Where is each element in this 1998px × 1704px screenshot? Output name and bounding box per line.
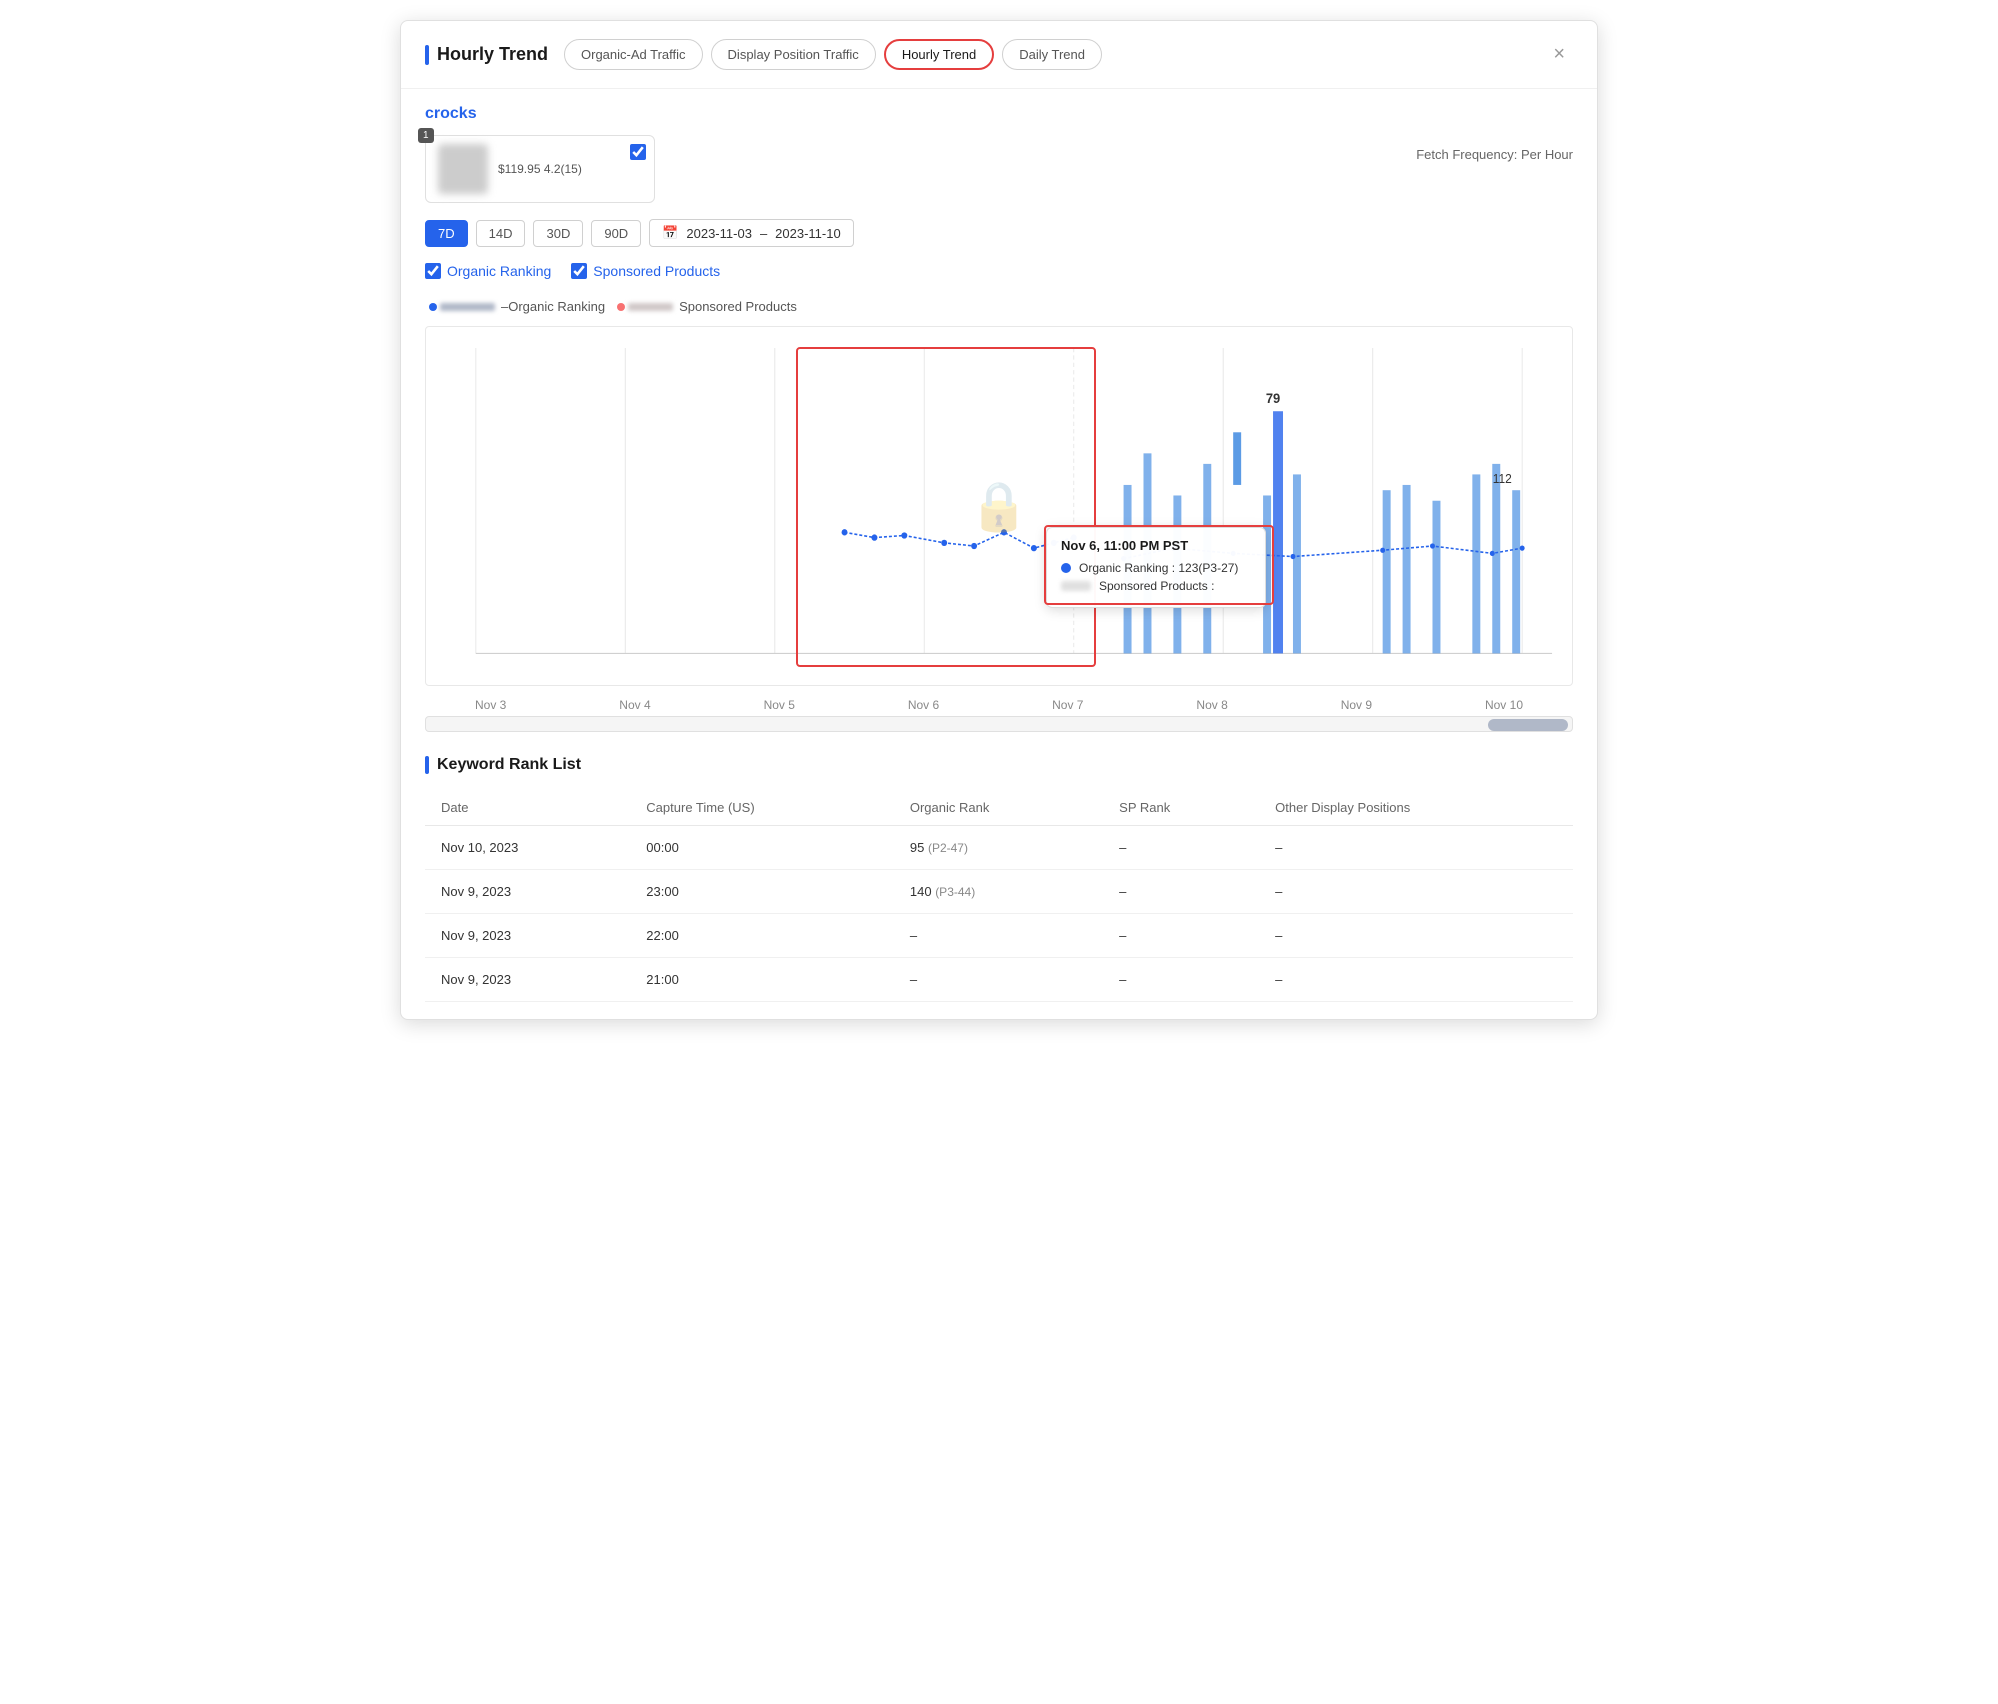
cell-date: Nov 9, 2023 — [425, 958, 630, 1002]
modal-title: Hourly Trend — [425, 44, 548, 65]
product-image — [438, 144, 488, 194]
svg-text:79: 79 — [1266, 390, 1280, 405]
keyword-section-title-text: Keyword Rank List — [437, 756, 581, 774]
period-90d[interactable]: 90D — [591, 220, 641, 247]
tab-daily-trend[interactable]: Daily Trend — [1002, 39, 1102, 70]
period-30d[interactable]: 30D — [533, 220, 583, 247]
tab-organic-ad[interactable]: Organic-Ad Traffic — [564, 39, 703, 70]
modal-body: crocks 1 $119.95 4.2(15) Fetch Frequency… — [401, 89, 1597, 1018]
keyword-table-head: Date Capture Time (US) Organic Rank SP R… — [425, 790, 1573, 826]
title-bar-accent — [425, 45, 429, 65]
filter-organic-ranking-label: Organic Ranking — [447, 263, 551, 279]
organic-rank-value: 140 — [910, 884, 932, 899]
chart-legend: –Organic Ranking Sponsored Products — [425, 299, 1573, 314]
cell-date: Nov 9, 2023 — [425, 870, 630, 914]
cell-sp-rank: – — [1103, 826, 1259, 870]
modal-header: Hourly Trend Organic-Ad Traffic Display … — [401, 21, 1597, 89]
scrollbar-thumb[interactable] — [1488, 719, 1568, 731]
cell-organic-rank: 140 (P3-44) — [894, 870, 1103, 914]
keyword-table: Date Capture Time (US) Organic Rank SP R… — [425, 790, 1573, 1002]
product-brand: crocks 1 $119.95 4.2(15) — [425, 105, 655, 203]
cell-other: – — [1259, 958, 1573, 1002]
table-row: Nov 9, 2023 21:00 – – – — [425, 958, 1573, 1002]
col-date: Date — [425, 790, 630, 826]
filter-organic-ranking-checkbox[interactable] — [425, 263, 441, 279]
fetch-frequency: Fetch Frequency: Per Hour — [1416, 147, 1573, 162]
keyword-section: Keyword Rank List Date Capture Time (US)… — [425, 756, 1573, 1002]
chart-container: 🔒 — [425, 326, 1573, 686]
col-organic-rank: Organic Rank — [894, 790, 1103, 826]
cell-sp-rank: – — [1103, 914, 1259, 958]
cell-date: Nov 9, 2023 — [425, 914, 630, 958]
keyword-section-title: Keyword Rank List — [425, 756, 1573, 774]
chart-svg: 79 112 — [426, 327, 1572, 685]
cell-other: – — [1259, 870, 1573, 914]
period-7d[interactable]: 7D — [425, 220, 468, 247]
modal-container: Hourly Trend Organic-Ad Traffic Display … — [400, 20, 1598, 1020]
x-label-nov4: Nov 4 — [619, 698, 650, 712]
cell-time: 00:00 — [630, 826, 894, 870]
product-details: $119.95 4.2(15) — [498, 162, 642, 176]
chart-scrollbar[interactable] — [425, 716, 1573, 732]
tab-bar: Organic-Ad Traffic Display Position Traf… — [564, 39, 1529, 70]
x-label-nov5: Nov 5 — [764, 698, 795, 712]
organic-rank-sub: (P2-47) — [928, 841, 968, 855]
keyword-table-body: Nov 10, 2023 00:00 95 (P2-47) – – Nov 9,… — [425, 826, 1573, 1002]
tab-hourly-trend[interactable]: Hourly Trend — [884, 39, 994, 70]
col-sp-rank: SP Rank — [1103, 790, 1259, 826]
x-label-nov7: Nov 7 — [1052, 698, 1083, 712]
cell-organic-rank: – — [894, 958, 1103, 1002]
cell-organic-rank: 95 (P2-47) — [894, 826, 1103, 870]
x-label-nov8: Nov 8 — [1196, 698, 1227, 712]
product-price-rating: $119.95 4.2(15) — [498, 162, 642, 176]
modal-title-text: Hourly Trend — [437, 44, 548, 65]
x-label-nov3: Nov 3 — [475, 698, 506, 712]
close-button[interactable]: × — [1545, 39, 1573, 70]
cell-sp-rank: – — [1103, 870, 1259, 914]
table-row: Nov 9, 2023 23:00 140 (P3-44) – – — [425, 870, 1573, 914]
organic-rank-value: 95 — [910, 840, 924, 855]
tab-display-position[interactable]: Display Position Traffic — [711, 39, 876, 70]
col-capture-time: Capture Time (US) — [630, 790, 894, 826]
cell-other: – — [1259, 914, 1573, 958]
cell-time: 21:00 — [630, 958, 894, 1002]
svg-text:112: 112 — [1493, 472, 1512, 486]
date-from: 2023-11-03 — [686, 226, 752, 241]
x-label-nov10: Nov 10 — [1485, 698, 1523, 712]
cell-other: – — [1259, 826, 1573, 870]
filter-sponsored-products-label: Sponsored Products — [593, 263, 720, 279]
period-14d[interactable]: 14D — [476, 220, 526, 247]
x-label-nov6: Nov 6 — [908, 698, 939, 712]
keyword-table-header-row: Date Capture Time (US) Organic Rank SP R… — [425, 790, 1573, 826]
legend-sponsored: Sponsored Products — [617, 299, 797, 314]
section-title-bar — [425, 756, 429, 774]
table-row: Nov 10, 2023 00:00 95 (P2-47) – – — [425, 826, 1573, 870]
date-range-picker[interactable]: 📅 2023-11-03 – 2023-11-10 — [649, 219, 854, 247]
cell-time: 23:00 — [630, 870, 894, 914]
date-to: 2023-11-10 — [775, 226, 841, 241]
product-card: 1 $119.95 4.2(15) — [425, 135, 655, 203]
product-select-checkbox[interactable] — [630, 144, 646, 160]
x-label-nov9: Nov 9 — [1341, 698, 1372, 712]
filter-sponsored-products[interactable]: Sponsored Products — [571, 263, 720, 279]
organic-rank-sub: (P3-44) — [935, 885, 975, 899]
cell-date: Nov 10, 2023 — [425, 826, 630, 870]
cell-time: 22:00 — [630, 914, 894, 958]
date-separator: – — [760, 226, 767, 241]
calendar-icon: 📅 — [662, 225, 678, 241]
filter-sponsored-products-checkbox[interactable] — [571, 263, 587, 279]
product-badge: 1 — [418, 128, 434, 143]
legend-organic: –Organic Ranking — [429, 299, 605, 314]
table-row: Nov 9, 2023 22:00 – – – — [425, 914, 1573, 958]
filter-row: Organic Ranking Sponsored Products — [425, 263, 1573, 279]
date-controls: 7D 14D 30D 90D 📅 2023-11-03 – 2023-11-10 — [425, 219, 1573, 247]
cell-sp-rank: – — [1103, 958, 1259, 1002]
cell-organic-rank: – — [894, 914, 1103, 958]
col-other-display: Other Display Positions — [1259, 790, 1573, 826]
product-info-row: crocks 1 $119.95 4.2(15) Fetch Frequency… — [425, 105, 1573, 203]
chart-x-labels: Nov 3 Nov 4 Nov 5 Nov 6 Nov 7 Nov 8 Nov … — [425, 694, 1573, 716]
filter-organic-ranking[interactable]: Organic Ranking — [425, 263, 551, 279]
